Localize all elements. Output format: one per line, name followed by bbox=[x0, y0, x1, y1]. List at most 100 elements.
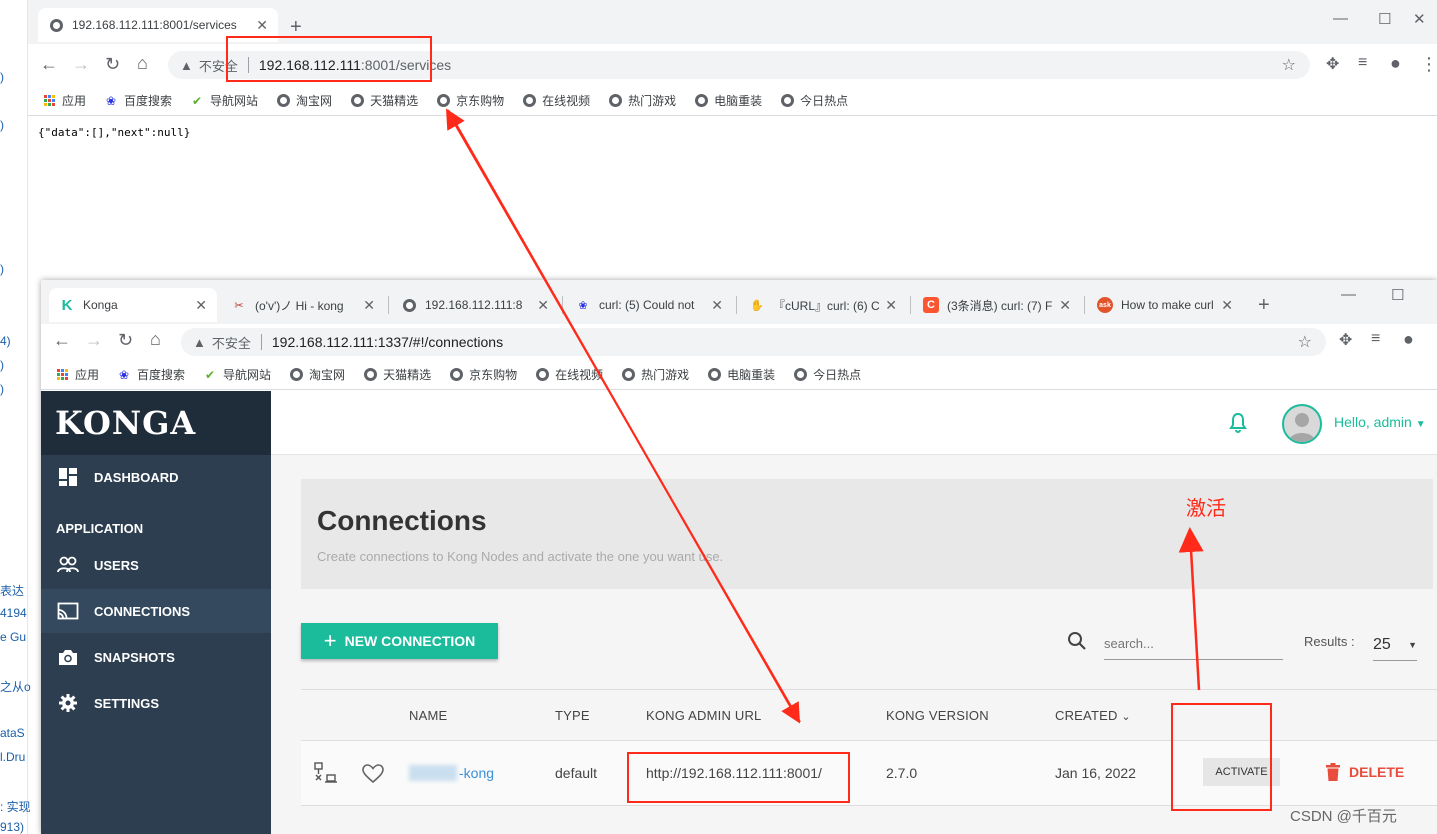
globe-icon bbox=[793, 368, 807, 382]
heart-icon[interactable] bbox=[362, 764, 384, 784]
results-value: 25 bbox=[1373, 635, 1391, 653]
bookmark-apps[interactable]: 应用 bbox=[42, 92, 86, 109]
connection-version: 2.7.0 bbox=[886, 765, 918, 781]
bookmark-jd[interactable]: 京东购物 bbox=[436, 92, 504, 109]
tab-ip[interactable]: 192.168.112.111:8 ✕ bbox=[391, 288, 559, 322]
results-per-page-select[interactable]: 25 ▼ bbox=[1373, 629, 1417, 661]
bookmark-reinstall[interactable]: 电脑重装 bbox=[707, 366, 775, 383]
close-icon[interactable]: ✕ bbox=[256, 17, 268, 34]
media-icon[interactable]: ≡ bbox=[1358, 54, 1367, 72]
minimize-icon[interactable]: — bbox=[1333, 10, 1348, 27]
extensions-icon[interactable]: ✥ bbox=[1326, 54, 1339, 74]
tab-title: curl: (5) Could not bbox=[599, 298, 695, 312]
close-icon[interactable]: ✕ bbox=[1221, 297, 1233, 314]
bookmark-reinstall[interactable]: 电脑重装 bbox=[694, 92, 762, 109]
bookmark-apps[interactable]: 应用 bbox=[55, 366, 99, 383]
bookmark-taobao[interactable]: 淘宝网 bbox=[276, 92, 332, 109]
maximize-icon[interactable]: ☐ bbox=[1378, 10, 1391, 28]
new-tab-button[interactable]: + bbox=[1258, 294, 1270, 317]
divider bbox=[260, 334, 262, 350]
tab-curl-7[interactable]: C (3条消息) curl: (7) F ✕ bbox=[913, 288, 1081, 322]
bookmark-hot[interactable]: 今日热点 bbox=[780, 92, 848, 109]
bookmark-video[interactable]: 在线视频 bbox=[535, 366, 603, 383]
bookmark-jd[interactable]: 京东购物 bbox=[449, 366, 517, 383]
search-input[interactable] bbox=[1104, 628, 1283, 660]
tab-how-to-curl[interactable]: ask How to make curl ✕ bbox=[1087, 288, 1243, 322]
apps-icon bbox=[55, 368, 69, 382]
connection-name-link[interactable]: -kong bbox=[459, 765, 494, 781]
close-icon[interactable]: ✕ bbox=[885, 297, 897, 314]
tab-curl-5[interactable]: ❀ curl: (5) Could not ✕ bbox=[565, 288, 733, 322]
bg-text: 913) bbox=[0, 820, 25, 834]
address-bar[interactable]: ▲ 不安全 192.168.112.111:1337/#!/connection… bbox=[181, 328, 1326, 356]
forward-icon[interactable]: → bbox=[72, 54, 90, 75]
column-header-name[interactable]: NAME bbox=[409, 708, 447, 723]
warning-icon: ▲ bbox=[180, 57, 193, 73]
sidebar-item-settings[interactable]: SETTINGS bbox=[41, 681, 271, 725]
sidebar-item-snapshots[interactable]: SNAPSHOTS bbox=[41, 635, 271, 679]
tab-curl-6[interactable]: ✋ 『cURL』curl: (6) C ✕ bbox=[739, 288, 907, 322]
sidebar-item-dashboard[interactable]: DASHBOARD bbox=[41, 455, 271, 499]
menu-icon[interactable]: ⋮ bbox=[1420, 54, 1437, 75]
bookmark-games[interactable]: 热门游戏 bbox=[621, 366, 689, 383]
sidebar-item-users[interactable]: USERS bbox=[41, 543, 271, 587]
bookmark-label: 淘宝网 bbox=[309, 368, 346, 382]
profile-icon[interactable]: ● bbox=[1403, 329, 1414, 350]
home-icon[interactable]: ⌂ bbox=[137, 53, 148, 74]
avatar[interactable] bbox=[1282, 404, 1322, 444]
bookmark-baidu[interactable]: ❀ 百度搜索 bbox=[104, 92, 172, 109]
column-header-url[interactable]: KONG ADMIN URL bbox=[646, 708, 761, 723]
reload-icon[interactable]: ↻ bbox=[118, 330, 133, 351]
close-icon[interactable]: ✕ bbox=[363, 297, 375, 314]
bookmark-nav[interactable]: ✔ 导航网站 bbox=[190, 92, 258, 109]
close-icon[interactable]: ✕ bbox=[1059, 297, 1071, 314]
reload-icon[interactable]: ↻ bbox=[105, 54, 120, 75]
close-window-icon[interactable]: ✕ bbox=[1413, 10, 1426, 28]
forward-icon[interactable]: → bbox=[85, 330, 103, 351]
close-icon[interactable]: ✕ bbox=[711, 297, 723, 314]
sidebar-item-connections[interactable]: CONNECTIONS bbox=[41, 589, 271, 633]
bookmark-baidu[interactable]: ❀ 百度搜索 bbox=[117, 366, 185, 383]
close-icon[interactable]: ✕ bbox=[537, 297, 549, 314]
close-icon[interactable]: ✕ bbox=[195, 297, 207, 314]
bookmark-tmall[interactable]: 天猫精选 bbox=[363, 366, 431, 383]
tab-konga[interactable]: K Konga ✕ bbox=[49, 288, 217, 322]
konga-logo[interactable]: KONGA bbox=[41, 391, 271, 455]
bookmark-label: 电脑重装 bbox=[727, 368, 776, 382]
minimize-icon[interactable]: — bbox=[1341, 286, 1356, 303]
top-header: Hello, admin ▼ bbox=[271, 391, 1437, 455]
sidebar-item-label: CONNECTIONS bbox=[94, 603, 191, 619]
bookmark-hot[interactable]: 今日热点 bbox=[793, 366, 861, 383]
globe-icon bbox=[608, 94, 622, 108]
bookmark-taobao[interactable]: 淘宝网 bbox=[289, 366, 345, 383]
extensions-icon[interactable]: ✥ bbox=[1339, 330, 1352, 350]
bg-text: 4194 bbox=[0, 606, 27, 620]
bookmark-nav[interactable]: ✔ 导航网站 bbox=[203, 366, 271, 383]
delete-button[interactable]: DELETE bbox=[1325, 763, 1404, 781]
bookmark-video[interactable]: 在线视频 bbox=[522, 92, 590, 109]
star-icon[interactable]: ☆ bbox=[1282, 55, 1296, 75]
globe-icon bbox=[289, 368, 303, 382]
star-icon[interactable]: ☆ bbox=[1298, 332, 1312, 352]
new-connection-button[interactable]: + NEW CONNECTION bbox=[301, 623, 498, 659]
column-header-version[interactable]: KONG VERSION bbox=[886, 708, 989, 723]
page-subtitle: Create connections to Kong Nodes and act… bbox=[317, 549, 724, 564]
search-icon[interactable] bbox=[1067, 631, 1087, 651]
back-icon[interactable]: ← bbox=[53, 330, 71, 351]
user-menu[interactable]: Hello, admin ▼ bbox=[1334, 414, 1426, 430]
profile-icon[interactable]: ● bbox=[1390, 53, 1401, 74]
globe-icon bbox=[621, 368, 635, 382]
back-icon[interactable]: ← bbox=[40, 54, 58, 75]
bell-icon[interactable] bbox=[1226, 411, 1250, 435]
bookmark-tmall[interactable]: 天猫精选 bbox=[350, 92, 418, 109]
home-icon[interactable]: ⌂ bbox=[150, 329, 161, 350]
column-header-created[interactable]: CREATED ⌄ bbox=[1055, 708, 1131, 723]
maximize-icon[interactable]: ☐ bbox=[1391, 286, 1404, 304]
results-label: Results : bbox=[1304, 634, 1355, 649]
chevron-down-icon: ⌄ bbox=[1121, 711, 1131, 723]
media-icon[interactable]: ≡ bbox=[1371, 330, 1380, 348]
tab-hi-kong[interactable]: ✂ (o'v')ノ Hi - kong ✕ bbox=[221, 288, 385, 322]
network-icon[interactable] bbox=[313, 762, 337, 784]
bookmark-games[interactable]: 热门游戏 bbox=[608, 92, 676, 109]
column-header-type[interactable]: TYPE bbox=[555, 708, 590, 723]
